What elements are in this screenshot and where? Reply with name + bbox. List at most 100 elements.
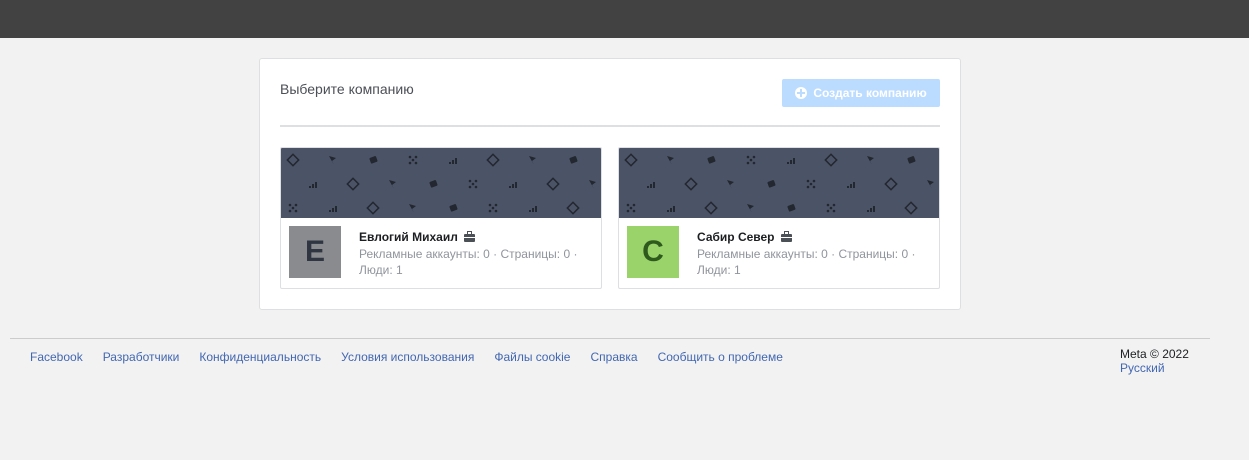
pattern-bar <box>867 210 869 212</box>
company-name[interactable]: Евлогий Михаил <box>359 230 475 244</box>
pattern-diamond-icon <box>366 201 380 215</box>
pattern-flag-icon <box>409 204 416 213</box>
pattern-diamond-icon <box>346 177 360 191</box>
pattern-dot <box>494 203 498 207</box>
company-name-text: Сабир Север <box>697 230 775 244</box>
pattern-bar <box>515 182 517 188</box>
company-card-1[interactable]: E Евлогий Михаил Рекламные аккаунты: 0 ·… <box>280 147 602 289</box>
pattern-flag-icon <box>867 156 874 165</box>
pattern-dots-icon <box>746 155 756 165</box>
pattern-dot <box>474 185 478 189</box>
pattern-bar <box>329 210 331 212</box>
pattern-square-icon <box>369 156 378 164</box>
pattern-diamond-icon <box>566 201 580 215</box>
pattern-bars-icon <box>449 158 457 164</box>
pattern-dot <box>411 158 415 162</box>
company-name-text: Евлогий Михаил <box>359 230 458 244</box>
pattern-dot <box>494 209 498 213</box>
pattern-bar <box>793 158 795 164</box>
pattern-square-icon <box>907 156 916 164</box>
pattern-bars-icon <box>867 206 875 212</box>
language-link[interactable]: Русский <box>1120 361 1189 375</box>
pattern-dot <box>626 203 630 207</box>
company-avatar: E <box>289 226 341 278</box>
divider <box>280 125 940 127</box>
footer-link-facebook[interactable]: Facebook <box>30 350 83 364</box>
pattern-flag-icon <box>667 156 674 165</box>
pattern-dot <box>629 206 633 210</box>
pattern-bar <box>873 206 875 212</box>
pattern-dot <box>471 182 475 186</box>
pattern-dot <box>806 179 810 183</box>
pattern-dot <box>812 185 816 189</box>
footer-link-help[interactable]: Справка <box>590 350 637 364</box>
footer-link-cookies[interactable]: Файлы cookie <box>494 350 570 364</box>
pattern-dot <box>408 161 412 165</box>
create-company-button[interactable]: Создать компанию <box>782 79 940 107</box>
pattern-bar <box>847 186 849 188</box>
pattern-diamond-icon <box>286 153 300 167</box>
pattern-flag-icon <box>329 156 336 165</box>
pattern-dot <box>626 209 630 213</box>
pattern-diamond-icon <box>884 177 898 191</box>
footer-links: Facebook Разработчики Конфиденциальность… <box>30 350 783 364</box>
company-selector-panel: Выберите компанию Создать компанию E Евл… <box>259 58 961 310</box>
pattern-diamond-icon <box>684 177 698 191</box>
pattern-dot <box>414 161 418 165</box>
pattern-dot <box>468 185 472 189</box>
pattern-flag-icon <box>927 180 934 189</box>
pattern-dot <box>414 155 418 159</box>
pattern-square-icon <box>707 156 716 164</box>
pattern-dots-icon <box>488 203 498 213</box>
pattern-square-icon <box>429 180 438 188</box>
pattern-dots-icon <box>288 203 298 213</box>
pattern-bar <box>850 184 852 188</box>
footer-link-developers[interactable]: Разработчики <box>103 350 180 364</box>
pattern-dot <box>488 209 492 213</box>
footer-link-terms[interactable]: Условия использования <box>341 350 474 364</box>
pattern-dot <box>488 203 492 207</box>
pattern-dot <box>294 209 298 213</box>
pattern-dot <box>832 209 836 213</box>
pattern-dot <box>491 206 495 210</box>
pattern-dot <box>408 155 412 159</box>
pattern-flag-icon <box>589 180 596 189</box>
pattern-dot <box>288 203 292 207</box>
pattern-square-icon <box>787 204 796 212</box>
top-bar <box>0 0 1249 38</box>
pattern-bar <box>452 160 454 164</box>
pattern-dot <box>752 155 756 159</box>
page-title: Выберите компанию <box>280 81 414 97</box>
pattern-bars-icon <box>647 182 655 188</box>
pattern-bar <box>312 184 314 188</box>
pattern-bar <box>653 182 655 188</box>
footer-link-report-problem[interactable]: Сообщить о проблеме <box>658 350 783 364</box>
pattern-bars-icon <box>329 206 337 212</box>
pattern-dot <box>746 161 750 165</box>
card-cover-pattern <box>619 148 939 218</box>
pattern-bar <box>509 186 511 188</box>
pattern-dot <box>474 179 478 183</box>
pattern-bar <box>309 186 311 188</box>
pattern-bar <box>535 206 537 212</box>
pattern-dot <box>632 203 636 207</box>
pattern-bar <box>332 208 334 212</box>
plus-circle-icon <box>795 87 808 99</box>
company-name[interactable]: Сабир Север <box>697 230 792 244</box>
pattern-bar <box>870 208 872 212</box>
pattern-bar <box>315 182 317 188</box>
avatar-initial: C <box>642 235 664 268</box>
pattern-bar <box>532 208 534 212</box>
pattern-bar <box>449 162 451 164</box>
pattern-flag-icon <box>529 156 536 165</box>
pattern-dot <box>826 203 830 207</box>
pattern-bar <box>455 158 457 164</box>
card-cover-pattern <box>281 148 601 218</box>
company-card-2[interactable]: C Сабир Север Рекламные аккаунты: 0 · Ст… <box>618 147 940 289</box>
footer-link-privacy[interactable]: Конфиденциальность <box>199 350 321 364</box>
company-avatar: C <box>627 226 679 278</box>
pattern-bar <box>787 162 789 164</box>
pattern-bar <box>670 208 672 212</box>
pattern-bars-icon <box>529 206 537 212</box>
pattern-dot <box>752 161 756 165</box>
